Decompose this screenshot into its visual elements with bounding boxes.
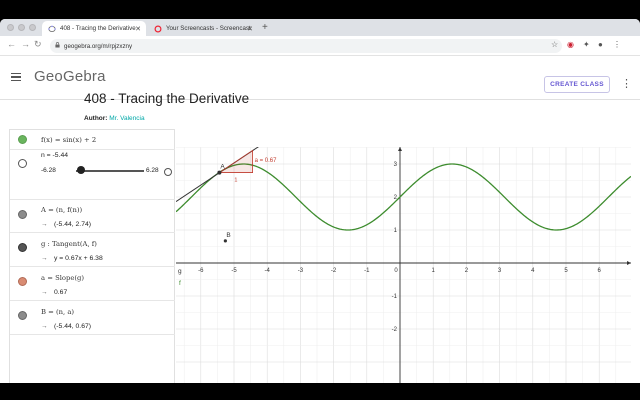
tab-screencasts[interactable]: Your Screencasts - Screencast ✕ xyxy=(148,21,258,36)
label-g: g xyxy=(178,268,182,275)
lock-icon xyxy=(55,42,60,48)
visibility-toggle-icon[interactable] xyxy=(18,159,27,168)
geogebra-logo[interactable]: GeoGebra xyxy=(34,68,106,85)
browser-toolbar: ← → ↻ geogebra.org/m/rpjzxzny ☆ ◉ ✦ ● ⋮ xyxy=(0,36,640,56)
play-animation-icon[interactable] xyxy=(164,168,172,176)
visibility-toggle-icon[interactable] xyxy=(18,210,27,219)
output-arrow-icon: → xyxy=(41,323,48,330)
value-B: (-5.44, 0.67) xyxy=(54,323,92,330)
algebra-row-B[interactable]: B = (n, a) → (-5.44, 0.67) xyxy=(10,301,175,335)
label-f: f xyxy=(179,280,181,287)
bookmark-star-icon[interactable]: ☆ xyxy=(551,40,558,49)
value-a: 0.67 xyxy=(54,289,68,296)
definition-B[interactable]: B = (n, a) xyxy=(41,308,74,316)
label-slope: a = 0.67 xyxy=(255,158,278,164)
profile-icon[interactable]: ● xyxy=(598,40,603,49)
algebra-row-A[interactable]: A = (n, f(n)) → (-5.44, 2.74) xyxy=(10,200,175,233)
definition-g[interactable]: g : Tangent(A, f) xyxy=(41,240,97,248)
output-arrow-icon: → xyxy=(41,289,48,296)
browser-window: 408 - Tracing the Derivative - ✕ Your Sc… xyxy=(0,19,640,383)
author-line: Author: Mr. Valencia xyxy=(84,115,145,122)
tab-close-icon[interactable]: ✕ xyxy=(247,25,253,33)
tab-strip: 408 - Tracing the Derivative - ✕ Your Sc… xyxy=(0,19,640,36)
maximize-window-button[interactable] xyxy=(29,24,36,31)
page-title: 408 - Tracing the Derivative xyxy=(84,91,250,106)
more-options-icon[interactable]: ⋮ xyxy=(621,77,632,90)
algebra-view: f(x) = sin(x) + 2 n = -5.44 -6.28 6.28 A… xyxy=(9,129,175,383)
output-arrow-icon: → xyxy=(41,255,48,262)
x-tick-label: -3 xyxy=(298,268,304,274)
algebra-row-f[interactable]: f(x) = sin(x) + 2 xyxy=(10,130,175,150)
minimize-window-button[interactable] xyxy=(18,24,25,31)
label-run: 1 xyxy=(234,178,237,184)
tab-geogebra[interactable]: 408 - Tracing the Derivative - ✕ xyxy=(42,21,146,36)
value-A: (-5.44, 2.74) xyxy=(54,221,92,228)
back-icon[interactable]: ← xyxy=(7,39,16,49)
algebra-row-n[interactable] xyxy=(10,150,175,200)
point-B[interactable] xyxy=(223,239,227,243)
tab-title: Your Screencasts - Screencast xyxy=(166,25,251,32)
screen: 408 - Tracing the Derivative - ✕ Your Sc… xyxy=(0,0,640,400)
hamburger-menu-icon[interactable] xyxy=(11,73,21,82)
address-bar[interactable]: geogebra.org/m/rpjzxzny xyxy=(50,39,562,53)
visibility-toggle-icon[interactable] xyxy=(18,135,27,144)
definition-A[interactable]: A = (n, f(n)) xyxy=(41,206,82,214)
reload-icon[interactable]: ↻ xyxy=(34,39,42,50)
new-tab-icon[interactable]: + xyxy=(262,22,268,33)
x-tick-label: -2 xyxy=(331,268,337,274)
algebra-row-g[interactable]: g : Tangent(A, f) → y = 0.67x + 6.38 xyxy=(10,233,175,267)
visibility-toggle-icon[interactable] xyxy=(18,243,27,252)
label-B: B xyxy=(226,232,230,239)
y-tick-label: -1 xyxy=(392,294,398,300)
create-class-button[interactable]: CREATE CLASS xyxy=(544,76,610,93)
author-label: Author: xyxy=(84,115,108,122)
slider-definition[interactable]: n = -5.44 xyxy=(41,152,68,159)
algebra-row-a[interactable]: a = Slope(g) → 0.67 xyxy=(10,267,175,301)
url-text: geogebra.org/m/rpjzxzny xyxy=(64,42,133,50)
point-A[interactable] xyxy=(217,170,222,175)
slider-track[interactable] xyxy=(76,170,144,172)
x-tick-label: -5 xyxy=(231,268,237,274)
output-arrow-icon: → xyxy=(41,221,48,228)
extension-icon[interactable]: ◉ xyxy=(567,40,574,49)
x-tick-label: -6 xyxy=(198,268,204,274)
tab-title: 408 - Tracing the Derivative - xyxy=(60,25,140,32)
author-link[interactable]: Mr. Valencia xyxy=(109,115,144,122)
visibility-toggle-icon[interactable] xyxy=(18,311,27,320)
definition-f[interactable]: f(x) = sin(x) + 2 xyxy=(41,136,96,144)
close-window-button[interactable] xyxy=(7,24,14,31)
slider-max-label: 6.28 xyxy=(146,167,159,174)
x-tick-label: -4 xyxy=(265,268,271,274)
graphics-view[interactable]: -6-5-4-3-2-10123456-2-112345 ABa = 0.671… xyxy=(176,147,631,383)
x-tick-label: -1 xyxy=(364,268,370,274)
forward-icon[interactable]: → xyxy=(21,39,30,49)
value-g: y = 0.67x + 6.38 xyxy=(54,255,103,262)
slider-min-label: -6.28 xyxy=(41,167,56,174)
graphics-background xyxy=(176,147,631,383)
slider-knob[interactable] xyxy=(76,166,85,174)
y-tick-label: -2 xyxy=(392,327,398,333)
visibility-toggle-icon[interactable] xyxy=(18,277,27,286)
screencast-favicon-icon xyxy=(154,25,162,32)
puzzle-icon[interactable]: ✦ xyxy=(583,40,590,49)
definition-a[interactable]: a = Slope(g) xyxy=(41,274,84,282)
label-A: A xyxy=(220,164,225,171)
tab-close-icon[interactable]: ✕ xyxy=(135,25,141,33)
menu-icon[interactable]: ⋮ xyxy=(613,40,621,49)
geogebra-favicon-icon xyxy=(48,25,56,32)
